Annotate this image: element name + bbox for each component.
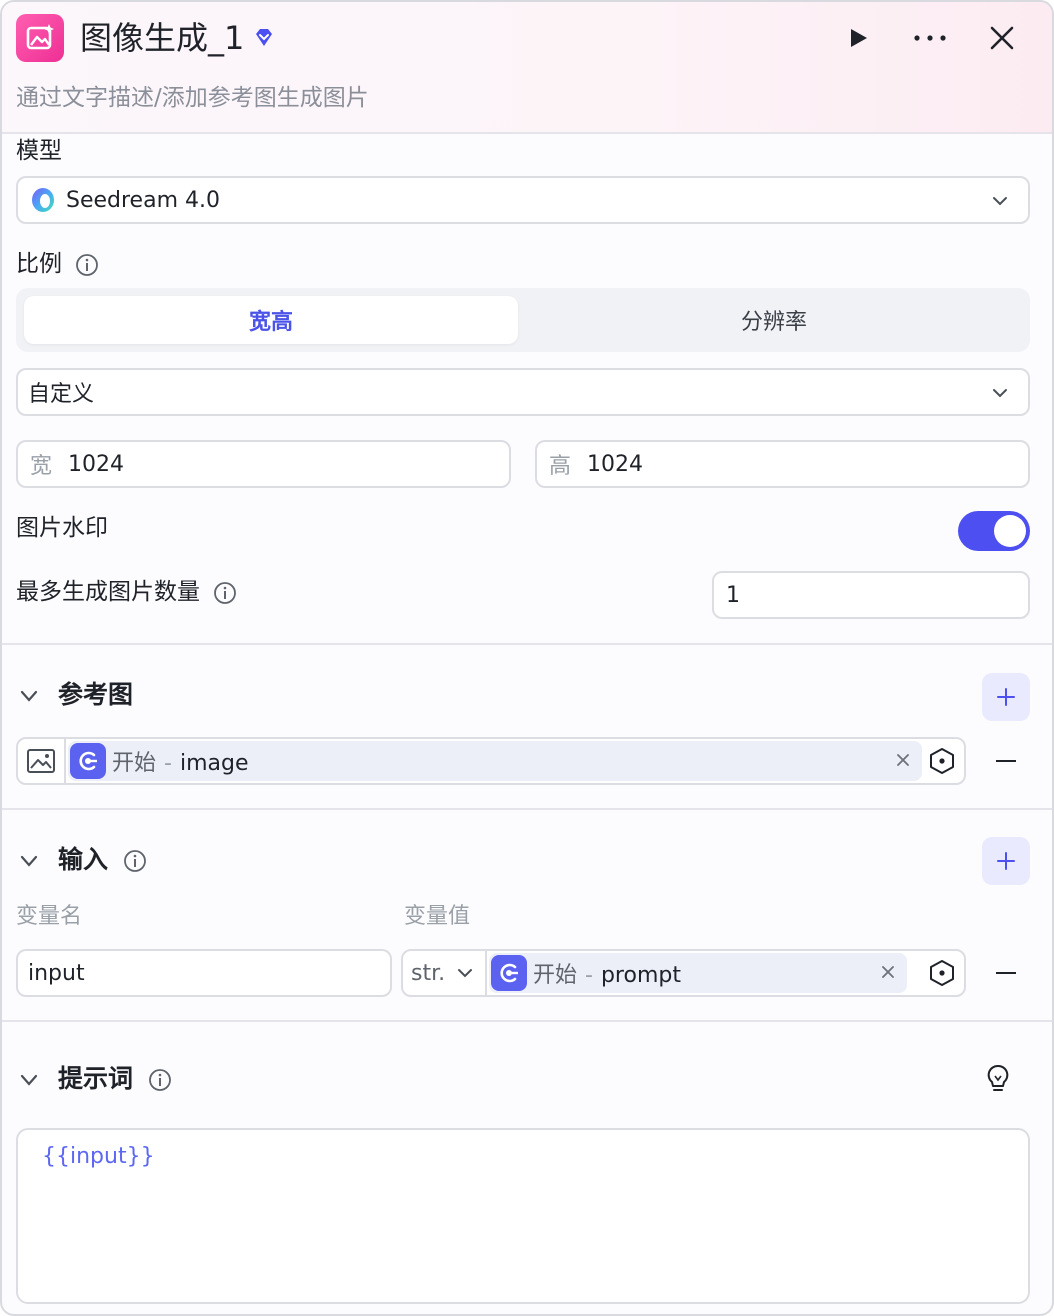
chip-source: 开始 [112,751,157,776]
toggle-knob [994,515,1026,547]
remove-chip-icon[interactable] [894,751,912,769]
node-title[interactable]: 图像生成_1 [80,16,244,60]
height-input[interactable]: 高 1024 [535,440,1030,488]
info-icon[interactable] [148,1068,172,1092]
ratio-label-row: 比例 [16,249,99,279]
field-separator [64,739,66,783]
max-count-input[interactable]: 1 [712,571,1030,619]
prompt-section-title-row: 提示词 [58,1062,172,1096]
type-select[interactable]: str. [403,951,485,995]
ratio-preset-select[interactable]: 自定义 [16,368,1030,416]
chip-source: 开始 [533,963,578,988]
width-value: 1024 [68,451,125,477]
add-reference-button[interactable] [982,673,1030,721]
run-button[interactable] [836,16,880,60]
chip-separator: - [164,751,172,776]
start-node-icon [70,743,106,779]
model-select[interactable]: Seedream 4.0 [16,176,1030,224]
info-icon[interactable] [123,849,147,873]
close-button[interactable] [980,16,1024,60]
lightbulb-icon[interactable] [984,1064,1012,1094]
width-input[interactable]: 宽 1024 [16,440,511,488]
model-value: Seedream 4.0 [66,187,220,213]
variable-name-input[interactable]: input [16,949,392,997]
collapse-caret-icon[interactable] [18,685,40,707]
ratio-label: 比例 [16,251,62,277]
prompt-section-title: 提示词 [58,1064,134,1093]
chip-var: prompt [600,963,681,988]
remove-input-button[interactable] [986,953,1026,993]
prompt-value: {{input}} [42,1144,155,1169]
inputs-section-title: 输入 [58,845,109,874]
max-count-label-row: 最多生成图片数量 [16,577,237,607]
collapse-caret-icon[interactable] [18,1069,40,1091]
node-description: 通过文字描述/添加参考图生成图片 [16,85,369,111]
column-header-name: 变量名 [16,904,83,929]
reference-image-field[interactable]: 开始 - image [16,737,966,785]
watermark-label: 图片水印 [16,515,108,541]
chip-separator: - [585,963,593,988]
gem-icon [256,29,272,46]
panel-header: 图像生成_1 通过文字描述/添加参考图生成图片 [2,2,1052,134]
start-node-icon [491,955,527,991]
info-icon[interactable] [213,581,237,605]
minus-icon [996,760,1016,762]
height-prefix: 高 [549,454,572,479]
section-divider [2,808,1052,810]
model-label: 模型 [16,138,62,164]
plus-icon [997,852,1015,870]
close-icon [990,26,1014,50]
variable-value-field[interactable]: str. 开始 - prompt [401,949,966,997]
chevron-down-icon [993,197,1007,206]
max-count-label: 最多生成图片数量 [16,579,200,605]
remove-reference-button[interactable] [986,741,1026,781]
variable-picker-icon[interactable] [928,959,956,987]
seedream-logo-icon [32,188,54,212]
plus-icon [997,688,1015,706]
more-button[interactable] [908,16,952,60]
prompt-textarea[interactable]: {{input}} [16,1128,1030,1304]
more-icon [914,35,946,41]
watermark-toggle[interactable] [958,511,1030,551]
chip-var: image [179,751,249,776]
tab-width-height[interactable]: 宽高 [24,296,518,344]
ratio-preset-value: 自定义 [28,382,95,407]
chevron-down-icon [458,969,473,978]
column-header-value: 变量值 [404,904,471,929]
ratio-mode-tabs: 宽高 分辨率 [16,288,1030,352]
variable-picker-icon[interactable] [928,747,956,775]
minus-icon [996,972,1016,974]
play-icon [851,29,867,47]
width-prefix: 宽 [30,454,53,479]
variable-chip[interactable]: 开始 - image [68,741,922,781]
max-count-value: 1 [726,582,740,608]
section-divider [2,643,1052,645]
inputs-section-title-row: 输入 [58,843,147,877]
type-value: str. [411,960,446,986]
variable-chip[interactable]: 开始 - prompt [489,953,907,993]
height-value: 1024 [587,451,644,477]
field-separator [485,951,487,995]
add-input-button[interactable] [982,837,1030,885]
variable-name-value: input [28,960,85,986]
info-icon[interactable] [75,253,99,277]
chevron-down-icon [993,389,1007,398]
reference-section-title: 参考图 [58,680,134,709]
collapse-caret-icon[interactable] [18,850,40,872]
remove-chip-icon[interactable] [879,963,897,981]
image-gen-icon [16,14,64,62]
image-icon [27,749,55,773]
section-divider [2,1020,1052,1022]
node-config-panel: 图像生成_1 通过文字描述/添加参考图生成图片 模型 Seedream 4.0 … [0,0,1054,1316]
tab-resolution[interactable]: 分辨率 [526,296,1022,344]
